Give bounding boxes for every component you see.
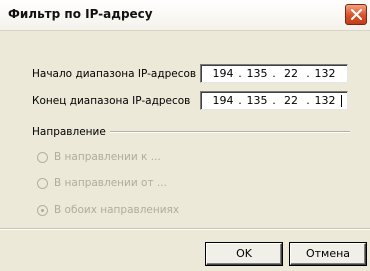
ip-octet[interactable]: 135 bbox=[245, 67, 269, 80]
radio-label: В направлении к ... bbox=[54, 151, 161, 163]
ip-dot: . bbox=[272, 67, 276, 80]
ip-octet[interactable]: 22 bbox=[279, 94, 303, 107]
ip-octet[interactable]: 135 bbox=[245, 94, 269, 107]
ip-octet[interactable]: 194 bbox=[211, 67, 235, 80]
range-end-label: Конец диапазона IP-адресов bbox=[32, 95, 191, 107]
radio-selected-dot bbox=[41, 209, 44, 212]
ip-dot: . bbox=[238, 94, 242, 107]
radio-label: В обоих направлениях bbox=[54, 204, 180, 216]
range-end-ip-field[interactable]: 194 . 135 . 22 . 132 bbox=[200, 91, 348, 110]
group-divider bbox=[110, 131, 350, 133]
ip-octet[interactable]: 132 bbox=[313, 67, 337, 80]
ip-dot: . bbox=[306, 94, 310, 107]
close-button[interactable] bbox=[345, 4, 367, 25]
cancel-button[interactable]: Отмена bbox=[290, 243, 366, 265]
ok-button[interactable]: OK bbox=[206, 243, 282, 265]
button-area-divider bbox=[0, 228, 370, 230]
ip-dot: . bbox=[272, 94, 276, 107]
ip-dot: . bbox=[306, 67, 310, 80]
ip-octet[interactable]: 194 bbox=[211, 94, 235, 107]
radio-button[interactable] bbox=[37, 178, 48, 189]
ip-octet[interactable]: 132 bbox=[313, 94, 337, 107]
close-icon bbox=[351, 9, 362, 20]
direction-group-label: Направление bbox=[32, 126, 106, 138]
text-caret bbox=[341, 95, 342, 107]
title-bar[interactable]: Фильтр по IP-адресу bbox=[0, 0, 370, 31]
ip-filter-dialog: Фильтр по IP-адресу Начало диапазона IP-… bbox=[0, 0, 370, 271]
range-start-label: Начало диапазона IP-адресов bbox=[32, 68, 197, 80]
radio-button[interactable] bbox=[37, 152, 48, 163]
radio-label: В направлении от ... bbox=[54, 177, 167, 189]
range-start-ip-field[interactable]: 194 . 135 . 22 . 132 bbox=[200, 64, 348, 83]
radio-button-selected[interactable] bbox=[37, 205, 48, 216]
ip-octet[interactable]: 22 bbox=[279, 67, 303, 80]
ip-dot: . bbox=[238, 67, 242, 80]
dialog-title: Фильтр по IP-адресу bbox=[8, 7, 153, 21]
